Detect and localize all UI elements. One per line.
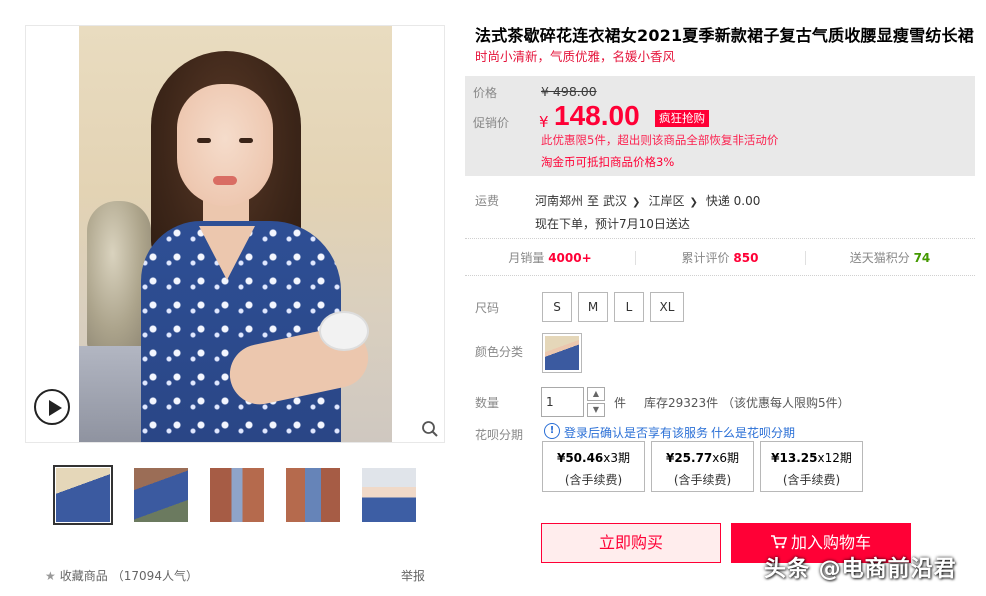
huabei-help-link[interactable]: 什么是花呗分期 [711, 424, 795, 441]
product-subtitle: 时尚小清新，气质优雅，名媛小香风 [475, 49, 676, 64]
installment-amount: ¥13.25x12期 [761, 449, 862, 466]
installment-option-6[interactable]: ¥25.77x6期 (含手续费) [651, 441, 754, 492]
installment-amount: ¥50.46x3期 [543, 449, 644, 466]
monthly-sales-label: 月销量 [508, 251, 545, 265]
price-panel: 价格 ¥ 498.00 促销价 ¥ 148.00 疯狂抢购 此优惠限5件，超出则… [465, 76, 975, 176]
report-link[interactable]: 举报 [401, 567, 425, 584]
sale-price-label: 促销价 [473, 116, 510, 130]
thumbnail-3[interactable] [207, 465, 267, 525]
installment-fee: (含手续费) [782, 473, 841, 487]
stock-info: 库存29323件 （该优惠每人限购5件） [644, 396, 850, 410]
installment-price: ¥13.25 [771, 451, 818, 465]
reviews-stat[interactable]: 累计评价 850 [635, 239, 805, 275]
huabei-label: 花呗分期 [475, 428, 524, 442]
installment-fee: (含手续费) [673, 473, 732, 487]
taobao-coin-note: 淘金币可抵扣商品价格3% [541, 155, 675, 169]
thumbnail-image [210, 468, 264, 522]
installment-price: ¥50.46 [556, 451, 604, 465]
shipping-label: 运费 [475, 194, 500, 208]
add-to-cart-label: 加入购物车 [790, 533, 871, 552]
installment-option-12[interactable]: ¥13.25x12期 (含手续费) [760, 441, 863, 492]
thumbnail-image [286, 468, 340, 522]
color-option-swatch[interactable] [542, 333, 582, 373]
price-label: 价格 [473, 86, 498, 100]
points-label: 送天猫积分 [849, 251, 910, 265]
installment-periods: x3期 [603, 451, 631, 465]
reviews-label: 累计评价 [681, 251, 730, 265]
color-label: 颜色分类 [475, 345, 524, 359]
thumbnail-image [134, 468, 188, 522]
destination-city-select[interactable]: 武汉 ❯ [603, 194, 644, 208]
promo-badge: 疯狂抢购 [655, 110, 709, 127]
size-option-m[interactable]: M [578, 292, 608, 322]
chevron-down-icon: ❯ [689, 197, 698, 208]
installment-fee: (含手续费) [564, 473, 623, 487]
shipping-line: 河南郑州至武汉 ❯ 江岸区 ❯ 快递 0.00 [535, 192, 764, 209]
quantity-label: 数量 [475, 396, 500, 410]
main-image-frame [25, 25, 445, 443]
installment-price: ¥25.77 [665, 451, 713, 465]
installment-periods: x12期 [817, 451, 852, 465]
monthly-sales-value: 4000+ [548, 251, 592, 265]
shipping-to: 至 [587, 194, 600, 208]
installment-amount: ¥25.77x6期 [652, 449, 753, 466]
favorite-link[interactable]: ★ 收藏商品 （17094人气） [45, 567, 198, 584]
photo-model-eye [239, 138, 253, 143]
photo-scrunchie [319, 311, 369, 351]
main-product-photo[interactable] [79, 26, 392, 442]
sale-price: 148.00 [554, 100, 640, 131]
thumbnail-2[interactable] [131, 465, 191, 525]
thumbnail-image [362, 468, 416, 522]
quantity-input[interactable]: 1 [541, 387, 584, 417]
size-option-l[interactable]: L [614, 292, 644, 322]
delivery-estimate: 现在下单，预计7月10日送达 [535, 217, 690, 231]
original-price: ¥ 498.00 [541, 84, 597, 99]
sales-stats-bar: 月销量 4000+ 累计评价 850 送天猫积分 74 [465, 238, 975, 276]
watermark-text: 头条 @电商前沿君 [764, 557, 957, 582]
huabei-login-link[interactable]: 登录后确认是否享有该服务 [564, 424, 708, 441]
cart-icon [770, 535, 787, 549]
photo-model-eye [197, 138, 211, 143]
reviews-value: 850 [733, 251, 759, 265]
quantity-increase-icon[interactable]: ▲ [587, 387, 605, 401]
color-swatch-image [545, 336, 579, 370]
info-icon: ! [544, 423, 560, 439]
thumbnail-image [56, 468, 110, 522]
monthly-sales-stat: 月销量 4000+ [465, 239, 635, 275]
destination-district: 江岸区 [648, 194, 685, 208]
quantity-decrease-icon[interactable]: ▼ [587, 403, 605, 417]
photo-floral-dress [141, 221, 341, 442]
zoom-magnifier-icon[interactable] [421, 420, 439, 438]
thumbnail-4[interactable] [283, 465, 343, 525]
size-option-s[interactable]: S [542, 292, 572, 322]
destination-city: 武汉 [603, 194, 628, 208]
size-label: 尺码 [475, 301, 500, 315]
points-value: 74 [913, 251, 931, 265]
installment-periods: x6期 [712, 451, 740, 465]
promo-limit-note: 此优惠限5件，超出则该商品全部恢复非活动价 [541, 133, 779, 147]
chevron-down-icon: ❯ [632, 197, 641, 208]
installment-option-3[interactable]: ¥50.46x3期 (含手续费) [542, 441, 645, 492]
shipping-origin: 河南郑州 [535, 194, 584, 208]
photo-model-lips [213, 176, 237, 185]
destination-district-select[interactable]: 江岸区 ❯ [648, 194, 701, 208]
quantity-unit: 件 [614, 396, 627, 410]
express-fee: 快递 0.00 [705, 194, 761, 208]
video-play-icon[interactable] [34, 389, 70, 425]
currency-symbol: ¥ [539, 113, 549, 131]
favorite-label: 收藏商品 [59, 569, 108, 583]
thumbnail-5[interactable] [359, 465, 419, 525]
favorite-count: （17094人气） [111, 569, 198, 583]
star-icon: ★ [45, 568, 56, 583]
buy-now-button[interactable]: 立即购买 [541, 523, 721, 563]
thumbnail-1[interactable] [53, 465, 113, 525]
size-option-xl[interactable]: XL [650, 292, 684, 322]
product-title: 法式茶歇碎花连衣裙女2021夏季新款裙子复古气质收腰显瘦雪纺长裙 [475, 26, 974, 45]
photo-model-face [177, 84, 273, 206]
points-stat: 送天猫积分 74 [805, 239, 975, 275]
